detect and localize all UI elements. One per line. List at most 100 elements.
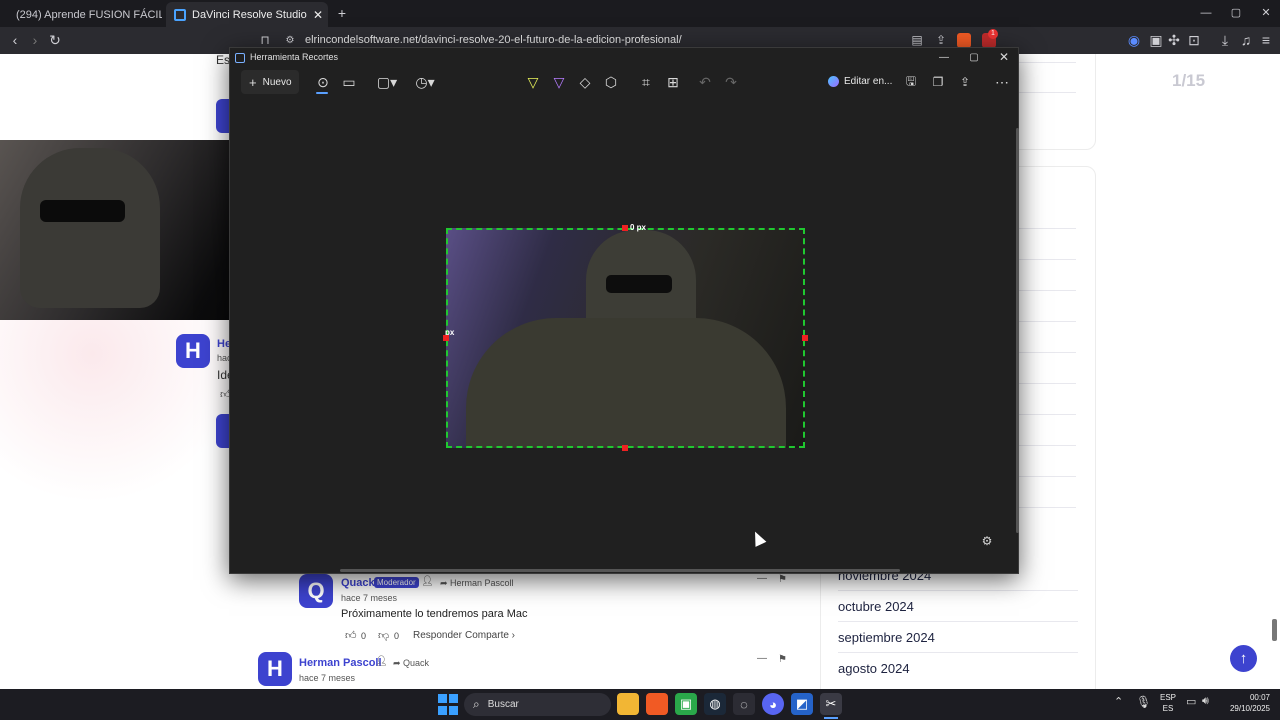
- language-indicator[interactable]: ESP ES: [1160, 692, 1176, 714]
- comment-time: hace 7 meses: [341, 593, 398, 603]
- vertical-scrollbar[interactable]: [1016, 128, 1019, 533]
- close-icon[interactable]: ✕: [994, 48, 1014, 66]
- discord-icon[interactable]: ◕: [762, 693, 784, 715]
- highlighter-icon[interactable]: ▽: [550, 72, 568, 92]
- reload-icon[interactable]: ↻: [46, 27, 64, 54]
- maximize-icon[interactable]: ▢: [964, 48, 984, 66]
- slide-counter: 1/15: [1172, 71, 1206, 90]
- crop-icon[interactable]: ⌗: [637, 72, 655, 92]
- search-box[interactable]: ⌕ Buscar: [464, 693, 611, 716]
- reply-arrow-icon: ➦: [440, 578, 448, 588]
- avatar: H: [176, 334, 210, 368]
- share-button[interactable]: Comparte ›: [465, 630, 515, 641]
- user-icon: 👤︎: [375, 656, 388, 667]
- close-tab-icon[interactable]: ✕: [313, 8, 323, 22]
- camera-icon[interactable]: ⊙: [314, 72, 332, 92]
- quick-settings-icon[interactable]: ⚙: [978, 532, 996, 550]
- like-icon[interactable]: 👍︎: [345, 629, 357, 642]
- app-icon: [235, 53, 245, 63]
- reply-to[interactable]: Herman Pascoll: [450, 578, 514, 588]
- maximize-icon[interactable]: ▢: [1226, 0, 1246, 27]
- shapes-icon[interactable]: ⬡: [602, 72, 620, 92]
- new-label: Nuevo: [262, 76, 292, 88]
- start-icon[interactable]: [438, 693, 458, 715]
- notification-badge: 1: [988, 29, 998, 39]
- minimize-icon[interactable]: —: [1196, 0, 1216, 27]
- undo-icon[interactable]: ↶: [696, 72, 714, 92]
- forward-icon[interactable]: ›: [26, 27, 44, 54]
- resize-handle[interactable]: [622, 225, 628, 231]
- photos-icon[interactable]: ◩: [791, 693, 813, 715]
- snipping-tool-taskbar-icon[interactable]: ✂: [820, 693, 842, 715]
- copy-icon[interactable]: ❐: [929, 72, 947, 92]
- volume-icon[interactable]: 🔊︎: [1202, 695, 1209, 708]
- menu-icon[interactable]: ≡: [1258, 27, 1274, 54]
- steam-icon[interactable]: ◍: [704, 693, 726, 715]
- eraser-icon[interactable]: ◇: [576, 72, 594, 92]
- sidebar-icon[interactable]: ⊡: [1186, 27, 1202, 54]
- microphone-icon[interactable]: 🎙︎: [1136, 695, 1151, 709]
- tab-youtube[interactable]: (294) Aprende FUSION FÁCIL en Da: [2, 2, 162, 27]
- moderator-badge: Moderador: [374, 577, 419, 588]
- xbox-icon[interactable]: ▣: [675, 693, 697, 715]
- avatar: [216, 414, 230, 448]
- minimize-icon[interactable]: —: [934, 48, 954, 66]
- new-button[interactable]: + Nuevo: [241, 70, 299, 94]
- brave-shield-icon[interactable]: [957, 33, 971, 48]
- resize-handle[interactable]: [802, 335, 808, 341]
- active-indicator: [824, 717, 838, 719]
- archive-item[interactable]: septiembre 2024: [838, 622, 1078, 653]
- url-text[interactable]: elrincondelsoftware.net/davinci-resolve-…: [305, 34, 682, 46]
- reply-button[interactable]: Responder: [413, 630, 462, 641]
- clock-date: 29/10/2025: [1229, 704, 1270, 713]
- davinci-resolve-icon[interactable]: ◌: [733, 693, 755, 715]
- comment-author[interactable]: Herman Pascoll: [299, 657, 382, 669]
- speaker-icon[interactable]: ◉: [1126, 27, 1142, 54]
- file-explorer-icon[interactable]: [617, 693, 639, 715]
- px-label-top: 0 px: [630, 223, 647, 232]
- rectangle-mode-icon[interactable]: ▢▾: [374, 72, 400, 92]
- tab-label: DaVinci Resolve Studio 20 - El fu: [192, 8, 307, 21]
- archive-item[interactable]: octubre 2024: [838, 591, 1078, 622]
- more-icon[interactable]: ⋯: [990, 72, 1014, 92]
- timer-icon[interactable]: ◷▾: [412, 72, 438, 92]
- horizontal-scrollbar[interactable]: [340, 569, 900, 572]
- extensions-icon[interactable]: ✣: [1166, 27, 1182, 54]
- network-icon[interactable]: ▭: [1186, 695, 1196, 708]
- collapse-icon[interactable]: —: [757, 653, 767, 664]
- text-actions-icon[interactable]: ⊞: [664, 72, 682, 92]
- media-icon[interactable]: ♫: [1238, 27, 1254, 54]
- archive-item[interactable]: agosto 2024: [838, 653, 1078, 684]
- tab-label: (294) Aprende FUSION FÁCIL en Da: [16, 8, 162, 21]
- snipping-tool-window: Herramienta Recortes — ▢ ✕ + Nuevo ⊙ ▭ ▢…: [229, 47, 1019, 574]
- collapse-icon[interactable]: —: [757, 573, 767, 584]
- close-window-icon[interactable]: ✕: [1256, 0, 1276, 27]
- tab-davinci[interactable]: DaVinci Resolve Studio 20 - El fu ✕: [166, 2, 328, 27]
- browser-tab-bar: (294) Aprende FUSION FÁCIL en Da DaVinci…: [0, 0, 1280, 27]
- share-icon[interactable]: ⇪: [956, 72, 974, 92]
- brave-browser-icon[interactable]: [646, 693, 668, 715]
- wallet-icon[interactable]: ▣: [1148, 27, 1164, 54]
- save-icon[interactable]: 🖫︎: [902, 72, 920, 92]
- download-icon[interactable]: ⤓: [1216, 27, 1234, 54]
- resize-handle[interactable]: [443, 335, 449, 341]
- flag-icon[interactable]: ⚑: [778, 574, 787, 585]
- flag-icon[interactable]: ⚑: [778, 654, 787, 665]
- edit-in-button[interactable]: Editar en...: [828, 76, 892, 87]
- back-icon[interactable]: ‹: [6, 27, 24, 54]
- redo-icon[interactable]: ↷: [722, 72, 740, 92]
- search-icon: ⌕: [473, 697, 480, 711]
- pen-icon[interactable]: ▽: [524, 72, 542, 92]
- page-scrollbar[interactable]: [1272, 619, 1277, 641]
- scroll-top-button[interactable]: ↑: [1230, 645, 1257, 672]
- selection-border[interactable]: [446, 228, 805, 448]
- dislike-icon[interactable]: 👎︎: [378, 629, 389, 642]
- clock[interactable]: 00:07 29/10/2025: [1226, 692, 1270, 714]
- resize-handle[interactable]: [622, 445, 628, 451]
- tray-overflow-icon[interactable]: ⌃: [1114, 695, 1123, 708]
- user-icon: 👤︎: [421, 576, 434, 587]
- comment-author[interactable]: Quack: [341, 577, 375, 589]
- new-tab-button[interactable]: +: [334, 0, 350, 27]
- video-icon[interactable]: ▭: [340, 72, 358, 92]
- reply-to[interactable]: Quack: [403, 658, 429, 668]
